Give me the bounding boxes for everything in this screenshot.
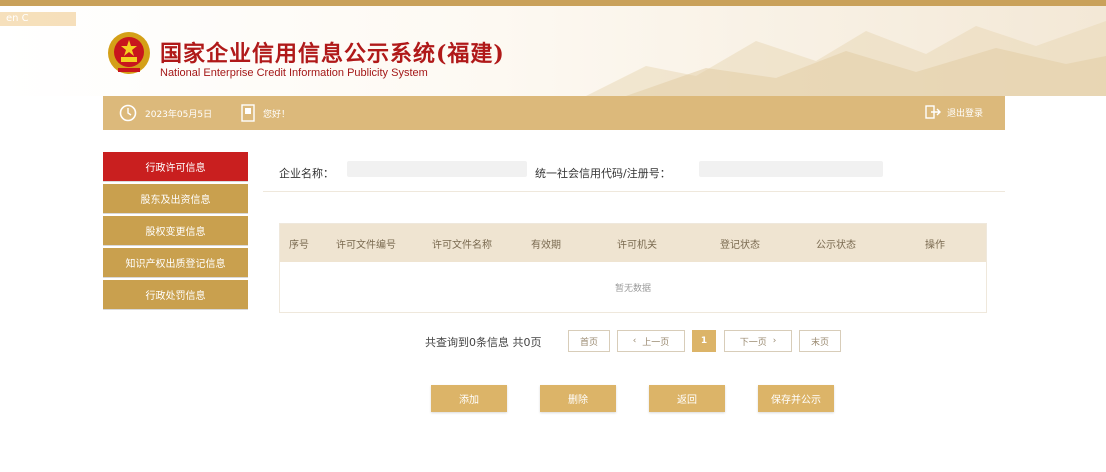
company-info-row: 企业名称： 统一社会信用代码/注册号： xyxy=(263,151,1005,192)
delete-button[interactable]: 删除 xyxy=(540,385,616,412)
page-title: 国家企业信用信息公示系统(福建) xyxy=(160,41,505,67)
license-table: 序号 许可文件编号 许可文件名称 有效期 许可机关 登记状态 公示状态 操作 暂… xyxy=(279,223,987,313)
column-header-validity: 有效期 xyxy=(531,239,561,251)
save-publish-button[interactable]: 保存并公示 xyxy=(758,385,834,412)
column-header-license-name: 许可文件名称 xyxy=(432,239,492,251)
column-header-action: 操作 xyxy=(925,239,945,251)
pagination-summary: 共查询到0条信息 共0页 xyxy=(425,336,542,349)
sidebar-item-admin-license[interactable]: 行政许可信息 xyxy=(103,152,248,181)
prev-page-label: 上一页 xyxy=(642,337,670,348)
sidebar-item-ip-pledge[interactable]: 知识产权出质登记信息 xyxy=(103,248,248,277)
main-panel: 企业名称： 统一社会信用代码/注册号： 序号 许可文件编号 许可文件名称 有效期… xyxy=(263,151,1005,472)
pagination: 共查询到0条信息 共0页 首页 ‹ 上一页 1 下一页 › 末页 xyxy=(263,330,1005,352)
sidebar-item-equity-change[interactable]: 股权变更信息 xyxy=(103,216,248,245)
empty-state-text: 暂无数据 xyxy=(614,283,651,294)
toolbar: 2023年05月5日 您好！ 退出登录 xyxy=(103,96,1005,130)
clock-icon xyxy=(119,104,137,122)
column-header-index: 序号 xyxy=(289,239,309,251)
logout-label: 退出登录 xyxy=(946,108,983,119)
page-number-button[interactable]: 1 xyxy=(692,330,716,352)
credit-code-value xyxy=(699,161,883,177)
watermark: en C xyxy=(0,12,76,26)
page-subtitle: National Enterprise Credit Information P… xyxy=(160,67,428,79)
last-page-label: 末页 xyxy=(810,337,829,348)
action-bar: 添加 删除 返回 保存并公示 xyxy=(263,385,1005,413)
date-display: 2023年05月5日 xyxy=(119,104,212,122)
greeting-text: 您好！ xyxy=(263,109,291,120)
header-banner: en C 国家企业信用信息公示系统(福建) National Enterpris… xyxy=(0,6,1106,96)
first-page-label: 首页 xyxy=(579,337,598,348)
column-header-authority: 许可机关 xyxy=(617,239,657,251)
column-header-license-number: 许可文件编号 xyxy=(336,239,396,251)
sidebar-item-admin-penalty[interactable]: 行政处罚信息 xyxy=(103,280,248,309)
add-button[interactable]: 添加 xyxy=(431,385,507,412)
prev-page-button[interactable]: ‹ 上一页 xyxy=(617,330,685,352)
sidebar-item-shareholder[interactable]: 股东及出资信息 xyxy=(103,184,248,213)
sidebar: 行政许可信息 股东及出资信息 股权变更信息 知识产权出质登记信息 行政处罚信息 xyxy=(103,152,248,312)
table-header: 序号 许可文件编号 许可文件名称 有效期 许可机关 登记状态 公示状态 操作 xyxy=(280,224,986,262)
user-greeting: 您好！ xyxy=(241,104,290,122)
logout-button[interactable]: 退出登录 xyxy=(925,104,983,120)
first-page-button[interactable]: 首页 xyxy=(568,330,610,352)
company-name-value xyxy=(347,161,527,177)
mountain-artwork xyxy=(586,21,1106,96)
logout-icon xyxy=(925,105,941,119)
back-button[interactable]: 返回 xyxy=(649,385,725,412)
user-card-icon xyxy=(241,104,255,122)
national-emblem-icon xyxy=(108,32,150,74)
next-page-button[interactable]: 下一页 › xyxy=(724,330,792,352)
credit-code-label: 统一社会信用代码/注册号： xyxy=(535,167,671,180)
column-header-registration-status: 登记状态 xyxy=(720,239,760,251)
column-header-publicity-status: 公示状态 xyxy=(816,239,856,251)
last-page-button[interactable]: 末页 xyxy=(799,330,841,352)
chevron-right-icon: › xyxy=(772,336,777,346)
chevron-left-icon: ‹ xyxy=(632,336,637,346)
company-name-label: 企业名称： xyxy=(279,167,334,180)
date-text: 2023年05月5日 xyxy=(145,109,213,120)
next-page-label: 下一页 xyxy=(739,337,767,348)
